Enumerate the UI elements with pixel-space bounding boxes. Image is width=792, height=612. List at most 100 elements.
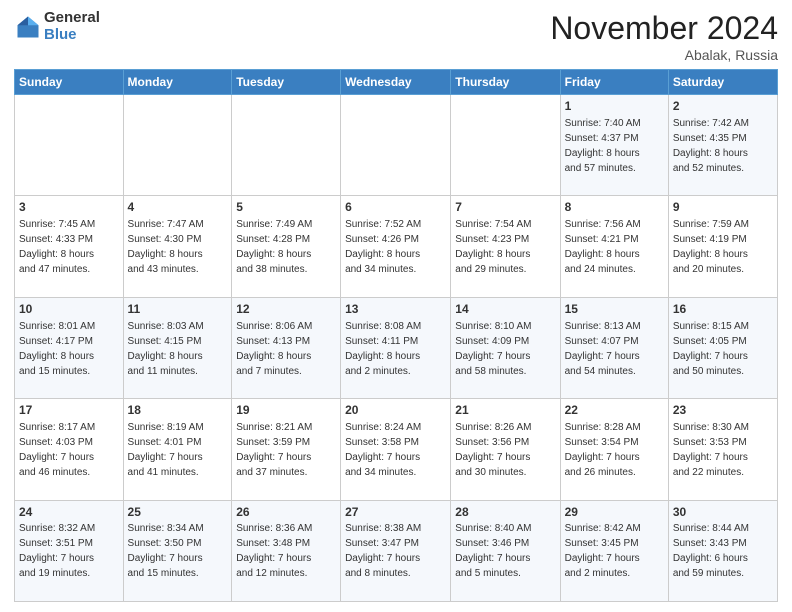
day-number: 2 <box>673 98 773 115</box>
day-number: 22 <box>565 402 664 419</box>
calendar-table: Sunday Monday Tuesday Wednesday Thursday… <box>14 69 778 602</box>
day-info: Sunrise: 8:34 AMSunset: 3:50 PMDaylight:… <box>128 523 204 579</box>
day-number: 20 <box>345 402 446 419</box>
header: General Blue November 2024 Abalak, Russi… <box>14 10 778 63</box>
day-info: Sunrise: 8:13 AMSunset: 4:07 PMDaylight:… <box>565 321 641 377</box>
weekday-tuesday: Tuesday <box>232 70 341 95</box>
calendar-cell <box>15 95 124 196</box>
calendar-cell: 18 Sunrise: 8:19 AMSunset: 4:01 PMDayligh… <box>123 399 232 500</box>
calendar-cell: 17 Sunrise: 8:17 AMSunset: 4:03 PMDayligh… <box>15 399 124 500</box>
calendar-cell: 23 Sunrise: 8:30 AMSunset: 3:53 PMDayligh… <box>668 399 777 500</box>
day-info: Sunrise: 7:47 AMSunset: 4:30 PMDaylight:… <box>128 219 204 275</box>
title-area: November 2024 Abalak, Russia <box>550 10 778 63</box>
calendar-cell: 27 Sunrise: 8:38 AMSunset: 3:47 PMDayligh… <box>341 500 451 601</box>
calendar-week-3: 17 Sunrise: 8:17 AMSunset: 4:03 PMDayligh… <box>15 399 778 500</box>
month-title: November 2024 <box>550 10 778 47</box>
calendar-cell: 13 Sunrise: 8:08 AMSunset: 4:11 PMDayligh… <box>341 297 451 398</box>
calendar-cell: 25Sunrise: 8:34 AMSunset: 3:50 PMDayligh… <box>123 500 232 601</box>
day-number: 18 <box>128 402 228 419</box>
day-number: 4 <box>128 199 228 216</box>
calendar-cell: 19 Sunrise: 8:21 AMSunset: 3:59 PMDayligh… <box>232 399 341 500</box>
day-number: 12 <box>236 301 336 318</box>
day-info: Sunrise: 8:44 AMSunset: 3:43 PMDaylight:… <box>673 523 749 579</box>
calendar-cell: 10Sunrise: 8:01 AMSunset: 4:17 PMDayligh… <box>15 297 124 398</box>
day-info: Sunrise: 7:49 AMSunset: 4:28 PMDaylight:… <box>236 219 312 275</box>
calendar-cell: 26 Sunrise: 8:36 AMSunset: 3:48 PMDayligh… <box>232 500 341 601</box>
day-info: Sunrise: 8:08 AMSunset: 4:11 PMDaylight:… <box>345 321 421 377</box>
day-number: 13 <box>345 301 446 318</box>
day-number: 1 <box>565 98 664 115</box>
day-info: Sunrise: 7:54 AMSunset: 4:23 PMDaylight:… <box>455 219 531 275</box>
calendar-cell: 8Sunrise: 7:56 AMSunset: 4:21 PMDaylight… <box>560 196 668 297</box>
day-info: Sunrise: 8:06 AMSunset: 4:13 PMDaylight:… <box>236 321 312 377</box>
day-info: Sunrise: 8:15 AMSunset: 4:05 PMDaylight:… <box>673 321 749 377</box>
weekday-monday: Monday <box>123 70 232 95</box>
day-number: 24 <box>19 504 119 521</box>
calendar-cell: 11Sunrise: 8:03 AMSunset: 4:15 PMDayligh… <box>123 297 232 398</box>
day-number: 27 <box>345 504 446 521</box>
calendar-cell: 14 Sunrise: 8:10 AMSunset: 4:09 PMDayligh… <box>451 297 560 398</box>
calendar-week-2: 10Sunrise: 8:01 AMSunset: 4:17 PMDayligh… <box>15 297 778 398</box>
calendar-cell: 24 Sunrise: 8:32 AMSunset: 3:51 PMDayligh… <box>15 500 124 601</box>
calendar-cell: 22 Sunrise: 8:28 AMSunset: 3:54 PMDayligh… <box>560 399 668 500</box>
calendar-cell: 20 Sunrise: 8:24 AMSunset: 3:58 PMDayligh… <box>341 399 451 500</box>
day-info: Sunrise: 8:28 AMSunset: 3:54 PMDaylight:… <box>565 422 641 478</box>
day-info: Sunrise: 8:36 AMSunset: 3:48 PMDaylight:… <box>236 523 312 579</box>
calendar-week-0: 1Sunrise: 7:40 AMSunset: 4:37 PMDaylight… <box>15 95 778 196</box>
day-number: 6 <box>345 199 446 216</box>
day-number: 8 <box>565 199 664 216</box>
calendar-cell: 6 Sunrise: 7:52 AMSunset: 4:26 PMDaylight… <box>341 196 451 297</box>
calendar-cell: 5 Sunrise: 7:49 AMSunset: 4:28 PMDaylight… <box>232 196 341 297</box>
day-info: Sunrise: 7:42 AMSunset: 4:35 PMDaylight:… <box>673 118 749 174</box>
calendar-header: Sunday Monday Tuesday Wednesday Thursday… <box>15 70 778 95</box>
calendar-cell: 9Sunrise: 7:59 AMSunset: 4:19 PMDaylight… <box>668 196 777 297</box>
day-info: Sunrise: 8:21 AMSunset: 3:59 PMDaylight:… <box>236 422 312 478</box>
calendar-cell: 28 Sunrise: 8:40 AMSunset: 3:46 PMDayligh… <box>451 500 560 601</box>
calendar-cell: 21 Sunrise: 8:26 AMSunset: 3:56 PMDayligh… <box>451 399 560 500</box>
day-number: 30 <box>673 504 773 521</box>
calendar-week-4: 24 Sunrise: 8:32 AMSunset: 3:51 PMDayligh… <box>15 500 778 601</box>
calendar-cell: 30 Sunrise: 8:44 AMSunset: 3:43 PMDayligh… <box>668 500 777 601</box>
logo-icon <box>14 13 42 41</box>
calendar-body: 1Sunrise: 7:40 AMSunset: 4:37 PMDaylight… <box>15 95 778 602</box>
day-info: Sunrise: 8:10 AMSunset: 4:09 PMDaylight:… <box>455 321 531 377</box>
day-info: Sunrise: 8:30 AMSunset: 3:53 PMDaylight:… <box>673 422 749 478</box>
calendar-cell: 15 Sunrise: 8:13 AMSunset: 4:07 PMDayligh… <box>560 297 668 398</box>
day-number: 7 <box>455 199 555 216</box>
calendar-cell <box>123 95 232 196</box>
logo-text: General Blue <box>44 10 100 43</box>
calendar-cell <box>232 95 341 196</box>
day-number: 26 <box>236 504 336 521</box>
day-number: 29 <box>565 504 664 521</box>
day-info: Sunrise: 8:19 AMSunset: 4:01 PMDaylight:… <box>128 422 204 478</box>
calendar-cell: 12 Sunrise: 8:06 AMSunset: 4:13 PMDayligh… <box>232 297 341 398</box>
calendar-cell: 1Sunrise: 7:40 AMSunset: 4:37 PMDaylight… <box>560 95 668 196</box>
calendar-cell: 2 Sunrise: 7:42 AMSunset: 4:35 PMDaylight… <box>668 95 777 196</box>
day-info: Sunrise: 8:24 AMSunset: 3:58 PMDaylight:… <box>345 422 421 478</box>
calendar-page: General Blue November 2024 Abalak, Russi… <box>0 0 792 612</box>
calendar-cell: 4 Sunrise: 7:47 AMSunset: 4:30 PMDaylight… <box>123 196 232 297</box>
day-number: 5 <box>236 199 336 216</box>
day-info: Sunrise: 8:32 AMSunset: 3:51 PMDaylight:… <box>19 523 95 579</box>
day-info: Sunrise: 8:03 AMSunset: 4:15 PMDaylight:… <box>128 321 204 377</box>
day-number: 23 <box>673 402 773 419</box>
calendar-week-1: 3Sunrise: 7:45 AMSunset: 4:33 PMDaylight… <box>15 196 778 297</box>
day-info: Sunrise: 8:26 AMSunset: 3:56 PMDaylight:… <box>455 422 531 478</box>
calendar-cell <box>451 95 560 196</box>
weekday-thursday: Thursday <box>451 70 560 95</box>
day-info: Sunrise: 8:40 AMSunset: 3:46 PMDaylight:… <box>455 523 531 579</box>
day-number: 19 <box>236 402 336 419</box>
day-number: 28 <box>455 504 555 521</box>
calendar-cell: 29Sunrise: 8:42 AMSunset: 3:45 PMDayligh… <box>560 500 668 601</box>
day-info: Sunrise: 8:17 AMSunset: 4:03 PMDaylight:… <box>19 422 95 478</box>
day-number: 3 <box>19 199 119 216</box>
day-number: 21 <box>455 402 555 419</box>
day-info: Sunrise: 8:38 AMSunset: 3:47 PMDaylight:… <box>345 523 421 579</box>
day-info: Sunrise: 7:52 AMSunset: 4:26 PMDaylight:… <box>345 219 421 275</box>
calendar-cell: 16Sunrise: 8:15 AMSunset: 4:05 PMDayligh… <box>668 297 777 398</box>
day-number: 15 <box>565 301 664 318</box>
day-number: 17 <box>19 402 119 419</box>
calendar-cell: 7 Sunrise: 7:54 AMSunset: 4:23 PMDaylight… <box>451 196 560 297</box>
day-number: 14 <box>455 301 555 318</box>
logo-blue-text: Blue <box>44 27 100 44</box>
